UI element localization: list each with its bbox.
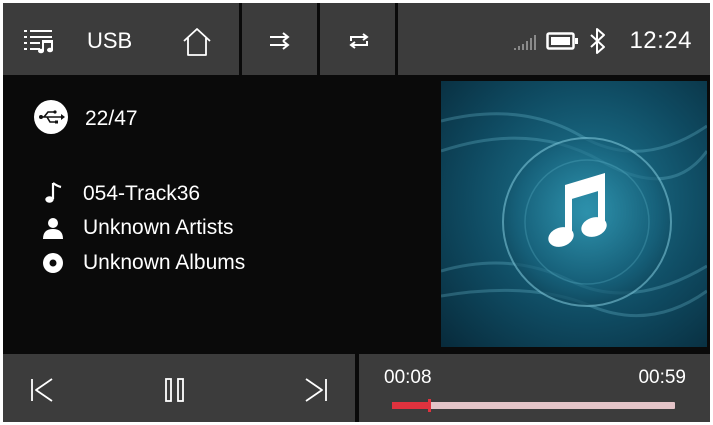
- playback-controls: [3, 354, 355, 422]
- next-track-icon[interactable]: [303, 377, 329, 403]
- shuffle-icon: [270, 32, 290, 50]
- usb-icon: [34, 100, 68, 134]
- progress-bar[interactable]: [392, 399, 675, 412]
- album-name: Unknown Albums: [83, 251, 246, 274]
- progress-panel: 00:08 00:59: [359, 354, 710, 422]
- track-position: 22/47: [85, 107, 138, 130]
- pause-icon[interactable]: [164, 377, 186, 403]
- bluetooth-icon: [590, 28, 605, 54]
- signal-icon: [514, 35, 536, 50]
- repeat-icon: [349, 33, 369, 49]
- source-label[interactable]: USB: [87, 28, 132, 54]
- playlist-icon[interactable]: [23, 27, 57, 55]
- source-menu-panel: USB: [3, 3, 239, 75]
- album-art: [441, 81, 707, 347]
- clock: 12:24: [629, 27, 692, 54]
- previous-track-icon[interactable]: [29, 377, 55, 403]
- repeat-button[interactable]: [320, 3, 395, 75]
- music-player-screen: USB 12:24 22/47 054-Track36 Unknown Arti…: [3, 3, 710, 422]
- home-icon[interactable]: [181, 27, 213, 57]
- artist-icon: [43, 218, 63, 239]
- shuffle-button[interactable]: [242, 3, 317, 75]
- music-note-icon: [45, 182, 62, 203]
- current-time: 00:08: [384, 367, 432, 388]
- battery-icon: [546, 32, 578, 50]
- progress-fill: [392, 402, 430, 409]
- track-title: 054-Track36: [83, 182, 201, 205]
- artist-name: Unknown Artists: [83, 216, 234, 239]
- status-panel: 12:24: [398, 3, 710, 75]
- album-icon: [43, 253, 63, 273]
- progress-thumb[interactable]: [428, 399, 431, 412]
- total-time: 00:59: [638, 367, 686, 388]
- top-bar: USB 12:24: [3, 3, 710, 75]
